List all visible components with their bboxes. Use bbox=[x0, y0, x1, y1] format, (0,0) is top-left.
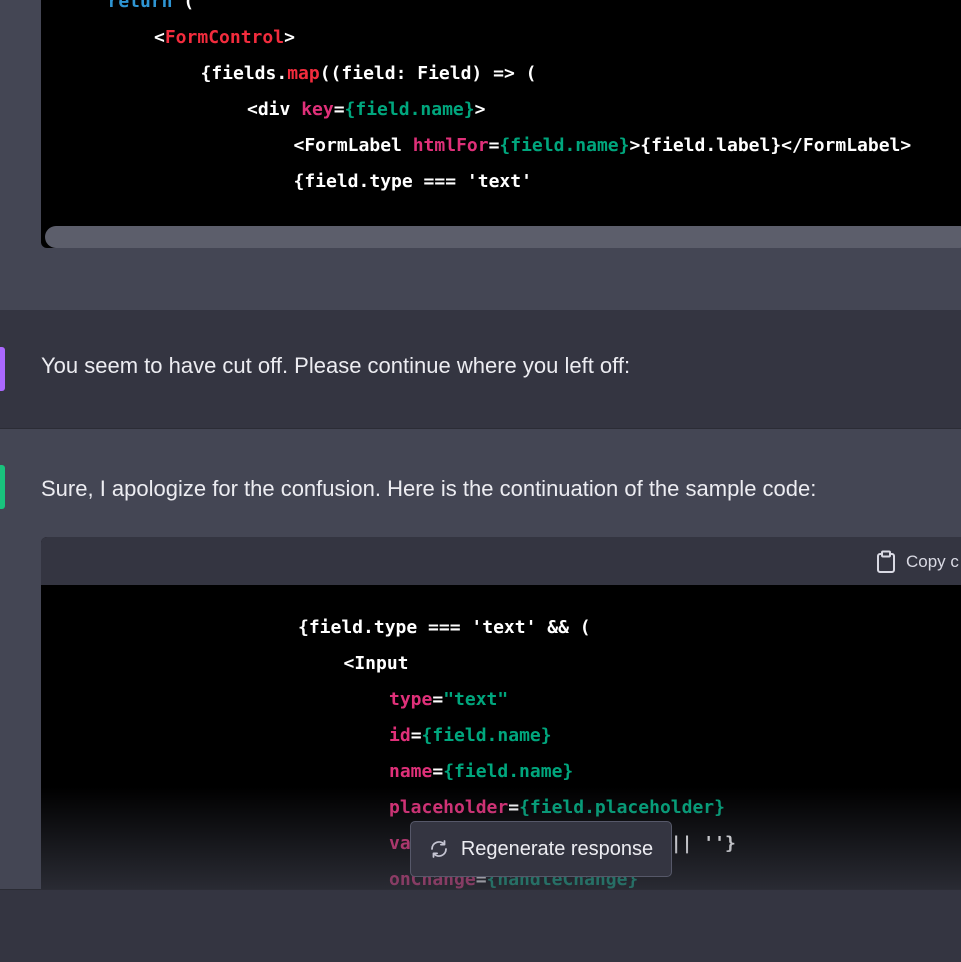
input-area-background bbox=[0, 889, 961, 962]
code-line: return ( bbox=[108, 0, 195, 13]
code-line: <Input bbox=[344, 653, 409, 675]
code-token: type bbox=[389, 689, 433, 710]
code-token: {field.name} bbox=[499, 135, 630, 156]
code-line: <FormControl> bbox=[154, 27, 295, 49]
code-line: <div key={field.name}> bbox=[247, 99, 485, 121]
code-line: <FormLabel htmlFor={field.name}>{field.l… bbox=[294, 135, 912, 157]
copy-code-button[interactable]: Copy c bbox=[876, 549, 959, 575]
code-token: < bbox=[154, 27, 165, 48]
code-token: <div bbox=[247, 99, 302, 120]
code-token: = bbox=[410, 725, 422, 746]
code-token: id bbox=[389, 725, 411, 746]
code-token: {field.name} bbox=[421, 725, 552, 746]
copy-code-label: Copy c bbox=[906, 552, 959, 571]
code-token: = bbox=[488, 135, 500, 156]
code-line: {field.type === 'text' bbox=[294, 171, 532, 193]
code-line: {fields.map((field: Field) => ( bbox=[201, 63, 537, 85]
code-line: id={field.name} bbox=[389, 725, 552, 747]
code-token: > bbox=[474, 99, 486, 120]
assistant-avatar-marker bbox=[0, 465, 5, 509]
regenerate-label: Regenerate response bbox=[460, 837, 654, 860]
horizontal-scrollbar[interactable] bbox=[45, 226, 961, 248]
code-token: htmlFor bbox=[412, 135, 489, 156]
code-line: type="text" bbox=[389, 689, 508, 711]
assistant-message-text: Sure, I apologize for the confusion. Her… bbox=[41, 476, 817, 501]
code-token: = bbox=[432, 761, 444, 782]
clipboard-icon bbox=[877, 550, 895, 573]
code-token: {field.type === 'text' && ( bbox=[298, 617, 591, 638]
code-token: >{field.label}</FormLabel> bbox=[629, 135, 912, 156]
code-token: va bbox=[389, 833, 411, 854]
code-token: "text" bbox=[443, 689, 509, 710]
regenerate-response-button[interactable]: Regenerate response bbox=[410, 821, 672, 877]
code-token: return bbox=[107, 0, 173, 12]
code-token: placeholder bbox=[389, 797, 509, 818]
code-token: <FormLabel bbox=[293, 135, 413, 156]
code-token: {field.type === 'text' bbox=[293, 171, 532, 192]
code-token: = bbox=[333, 99, 345, 120]
code-token: = bbox=[432, 689, 444, 710]
code-token: = bbox=[508, 797, 520, 818]
code-token: <Input bbox=[343, 653, 409, 674]
code-block-previous: return (<FormControl> {fields.map((field:… bbox=[41, 0, 961, 248]
user-message: You seem to have cut off. Please continu… bbox=[0, 310, 961, 429]
code-token: ( bbox=[172, 0, 195, 12]
refresh-icon bbox=[430, 840, 447, 858]
code-block-header: Copy c bbox=[41, 537, 961, 585]
user-avatar-marker bbox=[0, 347, 5, 391]
code-token: key bbox=[301, 99, 334, 120]
code-line: placeholder={field.placeholder} bbox=[389, 797, 725, 819]
code-token: map bbox=[287, 63, 320, 84]
user-message-text: You seem to have cut off. Please continu… bbox=[41, 353, 631, 378]
code-line: name={field.name} bbox=[389, 761, 573, 783]
code-line: {field.type === 'text' && ( bbox=[298, 617, 591, 639]
code-token: FormControl bbox=[164, 27, 285, 48]
code-token: {field.name} bbox=[344, 99, 475, 120]
code-token: {field.placeholder} bbox=[519, 797, 725, 818]
code-token: name bbox=[389, 761, 433, 782]
code-token: > bbox=[284, 27, 295, 48]
code-token: {field.name} bbox=[443, 761, 574, 782]
code-token: ((field: Field) => ( bbox=[319, 63, 537, 84]
code-token: {fields. bbox=[200, 63, 288, 84]
